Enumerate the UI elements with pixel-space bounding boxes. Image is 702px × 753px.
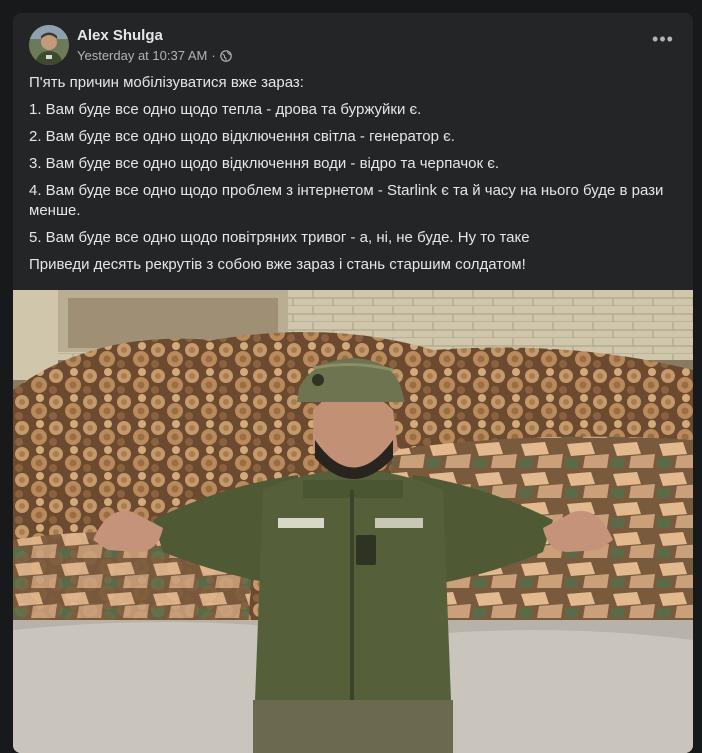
post-photo[interactable]: [13, 290, 693, 753]
post-line-3: 3. Вам буде все одно щодо відключення во…: [29, 155, 500, 172]
photo-soldier-firewood: [13, 290, 693, 753]
post-line-1: 1. Вам буде все одно щодо тепла - дрова …: [29, 101, 422, 118]
avatar-image: [29, 25, 69, 65]
post-meta: Yesterday at 10:37 AM ·: [77, 48, 232, 64]
post-line-4: 4. Вам буде все одно щодо проблем з інте…: [29, 182, 664, 219]
post-card: Alex Shulga Yesterday at 10:37 AM · ••• …: [13, 13, 693, 753]
post-text: П'ять причин мобілізуватися вже зараз: 1…: [29, 73, 679, 282]
author-avatar[interactable]: [29, 25, 69, 65]
more-options-icon[interactable]: •••: [647, 30, 679, 53]
author-name[interactable]: Alex Shulga: [77, 27, 163, 45]
post-line-2: 2. Вам буде все одно щодо відключення св…: [29, 128, 455, 145]
meta-separator: ·: [211, 48, 216, 63]
post-line-5: 5. Вам буде все одно щодо повітряних три…: [29, 229, 530, 246]
more-options-label: •••: [652, 29, 674, 49]
post-line-outro: Приведи десять рекрутів з собою вже зара…: [29, 256, 526, 273]
post-header: Alex Shulga Yesterday at 10:37 AM · •••: [13, 13, 693, 73]
globe-icon[interactable]: [219, 50, 232, 62]
post-timestamp[interactable]: Yesterday at 10:37 AM: [77, 48, 207, 64]
post-line-intro: П'ять причин мобілізуватися вже зараз:: [29, 74, 304, 91]
